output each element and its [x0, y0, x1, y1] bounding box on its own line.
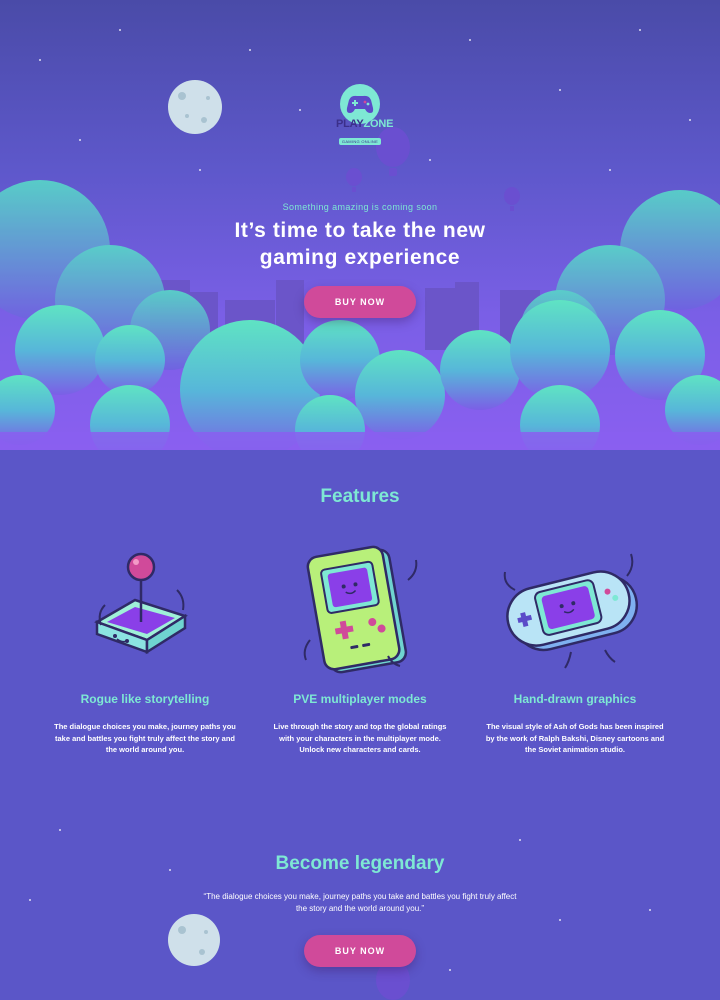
portable-gamepad-icon	[503, 553, 638, 669]
feature-description: The visual style of Ash of Gods has been…	[485, 722, 665, 754]
feature-card-storytelling: Rogue like storytelling The dialogue cho…	[45, 540, 245, 770]
hero-buy-now-button[interactable]: BUY NOW	[304, 286, 416, 318]
features-title: Features	[320, 486, 400, 507]
feature-title: Hand-drawn graphics	[513, 692, 637, 706]
feature-card-multiplayer: PVE multiplayer modes Live through the s…	[260, 540, 460, 770]
hero-section: PLAYZONE GAMING ONLINE Something amazing…	[0, 0, 720, 450]
moon-icon	[168, 914, 220, 966]
hero-headline: It’s time to take the new gaming experie…	[0, 217, 720, 271]
legendary-quote: “The dialogue choices you make, journey …	[203, 892, 517, 913]
feature-title: PVE multiplayer modes	[293, 692, 427, 706]
moon-icon	[168, 80, 222, 134]
playzone-logo[interactable]: PLAYZONE GAMING ONLINE	[336, 84, 394, 146]
landing-page: PLAYZONE GAMING ONLINE Something amazing…	[0, 0, 720, 1000]
feature-description: Live through the story and top the globa…	[273, 722, 447, 754]
feature-description: The dialogue choices you make, journey p…	[54, 722, 236, 754]
hero-headline-line2: gaming experience	[259, 246, 461, 269]
handheld-console-icon	[303, 545, 418, 674]
hero-tagline: Something amazing is coming soon	[282, 202, 438, 212]
footer-buy-now-button[interactable]: BUY NOW	[304, 935, 416, 967]
feature-card-graphics: Hand-drawn graphics The visual style of …	[475, 540, 675, 770]
legendary-title: Become legendary	[275, 853, 445, 874]
arcade-joystick-icon	[94, 552, 188, 655]
logo-text: PLAYZONE	[336, 118, 394, 130]
hero-headline-line1: It’s time to take the new	[234, 219, 486, 242]
logo-subtitle: GAMING ONLINE	[338, 138, 382, 145]
feature-title: Rogue like storytelling	[80, 692, 210, 706]
